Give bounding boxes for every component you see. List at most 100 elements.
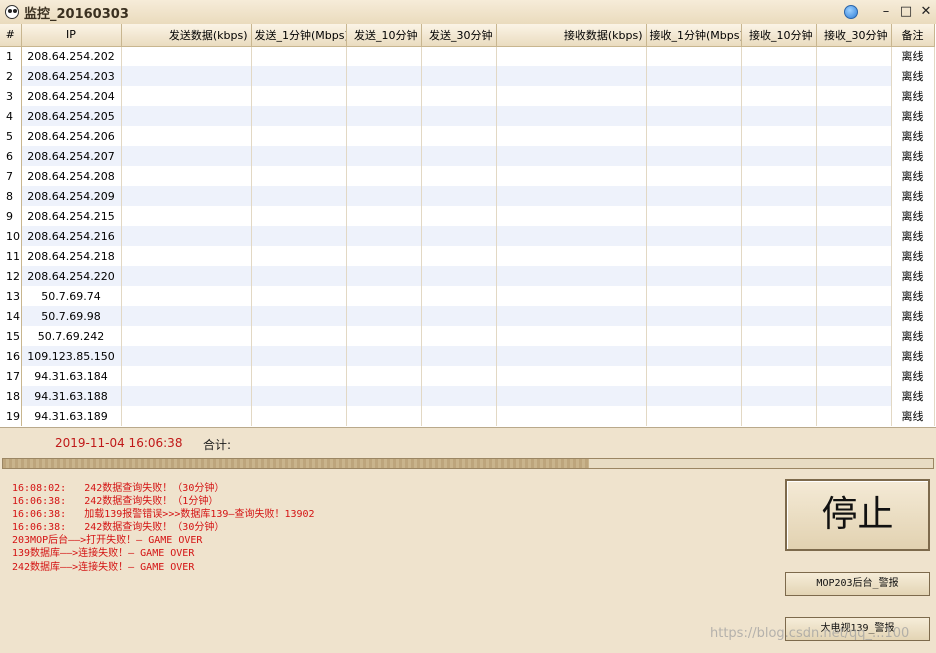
data-cell xyxy=(741,146,817,166)
data-cell xyxy=(496,326,647,346)
data-cell xyxy=(646,246,742,266)
ip-cell: 208.64.254.215 xyxy=(21,206,122,226)
table-row[interactable]: 5 208.64.254.206 离线 xyxy=(0,126,935,146)
note-cell: 离线 xyxy=(890,166,935,186)
data-cell xyxy=(251,346,347,366)
data-cell xyxy=(121,386,252,406)
note-cell: 离线 xyxy=(890,406,935,426)
data-cell xyxy=(121,126,252,146)
column-header[interactable]: 接收_30分钟 xyxy=(816,24,892,47)
data-cell xyxy=(346,166,422,186)
row-index-cell: 12 xyxy=(0,266,22,286)
data-cell xyxy=(121,206,252,226)
table-row[interactable]: 2 208.64.254.203 离线 xyxy=(0,66,935,86)
table-row[interactable]: 13 50.7.69.74 离线 xyxy=(0,286,935,306)
data-cell xyxy=(646,366,742,386)
data-cell xyxy=(346,146,422,166)
table-row[interactable]: 11 208.64.254.218 离线 xyxy=(0,246,935,266)
row-index-cell: 6 xyxy=(0,146,22,166)
log-line: 16:08:02: 242数据查询失败！（30分钟） xyxy=(12,483,225,494)
table-row[interactable]: 15 50.7.69.242 离线 xyxy=(0,326,935,346)
data-cell xyxy=(421,206,497,226)
table-row[interactable]: 9 208.64.254.215 离线 xyxy=(0,206,935,226)
data-cell xyxy=(816,166,892,186)
data-cell xyxy=(496,166,647,186)
table-row[interactable]: 7 208.64.254.208 离线 xyxy=(0,166,935,186)
data-cell xyxy=(421,66,497,86)
data-cell xyxy=(741,206,817,226)
data-cell xyxy=(421,186,497,206)
data-cell xyxy=(741,106,817,126)
data-cell xyxy=(251,266,347,286)
data-cell xyxy=(121,266,252,286)
column-header[interactable]: # xyxy=(0,24,22,47)
column-header[interactable]: 备注 xyxy=(891,24,935,47)
data-cell xyxy=(741,406,817,426)
table-row[interactable]: 18 94.31.63.188 离线 xyxy=(0,386,935,406)
note-cell: 离线 xyxy=(890,206,935,226)
progress-fill xyxy=(3,459,589,468)
stop-button[interactable]: 停止 xyxy=(785,479,930,551)
data-cell xyxy=(646,406,742,426)
note-cell: 离线 xyxy=(890,66,935,86)
row-index-cell: 9 xyxy=(0,206,22,226)
column-header[interactable]: 发送数据(kbps) xyxy=(121,24,252,47)
row-index-cell: 11 xyxy=(0,246,22,266)
ip-cell: 208.64.254.202 xyxy=(21,46,122,66)
data-cell xyxy=(646,286,742,306)
table-row[interactable]: 4 208.64.254.205 离线 xyxy=(0,106,935,126)
table-row[interactable]: 1 208.64.254.202 离线 xyxy=(0,46,935,66)
column-header[interactable]: IP xyxy=(21,24,122,47)
table-row[interactable]: 3 208.64.254.204 离线 xyxy=(0,86,935,106)
mop203-alarm-button[interactable]: MOP203后台_警报 xyxy=(785,572,930,596)
column-header[interactable]: 接收数据(kbps) xyxy=(496,24,647,47)
column-header[interactable]: 发送_10分钟 xyxy=(346,24,422,47)
data-cell xyxy=(346,306,422,326)
data-cell xyxy=(741,186,817,206)
maximize-button[interactable]: □ xyxy=(896,2,916,22)
data-cell xyxy=(646,126,742,146)
row-index-cell: 10 xyxy=(0,226,22,246)
data-cell xyxy=(741,326,817,346)
data-cell xyxy=(741,246,817,266)
data-cell xyxy=(816,286,892,306)
column-header[interactable]: 接收_10分钟 xyxy=(741,24,817,47)
note-cell: 离线 xyxy=(890,126,935,146)
data-cell xyxy=(646,206,742,226)
window-title: 监控_20160303 xyxy=(24,6,129,22)
data-cell xyxy=(646,266,742,286)
table-row[interactable]: 14 50.7.69.98 离线 xyxy=(0,306,935,326)
table-row[interactable]: 10 208.64.254.216 离线 xyxy=(0,226,935,246)
app-icon xyxy=(3,3,21,21)
table-row[interactable]: 8 208.64.254.209 离线 xyxy=(0,186,935,206)
table-row[interactable]: 6 208.64.254.207 离线 xyxy=(0,146,935,166)
column-header[interactable]: 接收_1分钟(Mbps) xyxy=(646,24,742,47)
table-row[interactable]: 19 94.31.63.189 离线 xyxy=(0,406,935,426)
table-row[interactable]: 16 109.123.85.150 离线 xyxy=(0,346,935,366)
data-cell xyxy=(346,126,422,146)
row-index-cell: 8 xyxy=(0,186,22,206)
data-cell xyxy=(496,306,647,326)
data-cell xyxy=(741,286,817,306)
table-row[interactable]: 12 208.64.254.220 离线 xyxy=(0,266,935,286)
log-line: 203MOP后台——>打开失败！— GAME OVER xyxy=(12,535,203,547)
data-cell xyxy=(816,306,892,326)
close-button[interactable]: ✕ xyxy=(916,2,936,22)
note-cell: 离线 xyxy=(890,246,935,266)
column-header[interactable]: 发送_1分钟(Mbps) xyxy=(251,24,347,47)
data-cell xyxy=(251,306,347,326)
ip-cell: 50.7.69.98 xyxy=(21,306,122,326)
data-cell xyxy=(496,126,647,146)
column-header[interactable]: 发送_30分钟 xyxy=(421,24,497,47)
data-cell xyxy=(741,86,817,106)
row-index-cell: 17 xyxy=(0,366,22,386)
data-cell xyxy=(251,186,347,206)
data-cell xyxy=(496,46,647,66)
data-cell xyxy=(251,66,347,86)
table-row[interactable]: 17 94.31.63.184 离线 xyxy=(0,366,935,386)
skin-icon[interactable] xyxy=(844,5,858,19)
ip-cell: 50.7.69.242 xyxy=(21,326,122,346)
data-cell xyxy=(421,366,497,386)
minimize-button[interactable]: – xyxy=(876,2,896,22)
note-cell: 离线 xyxy=(890,46,935,66)
